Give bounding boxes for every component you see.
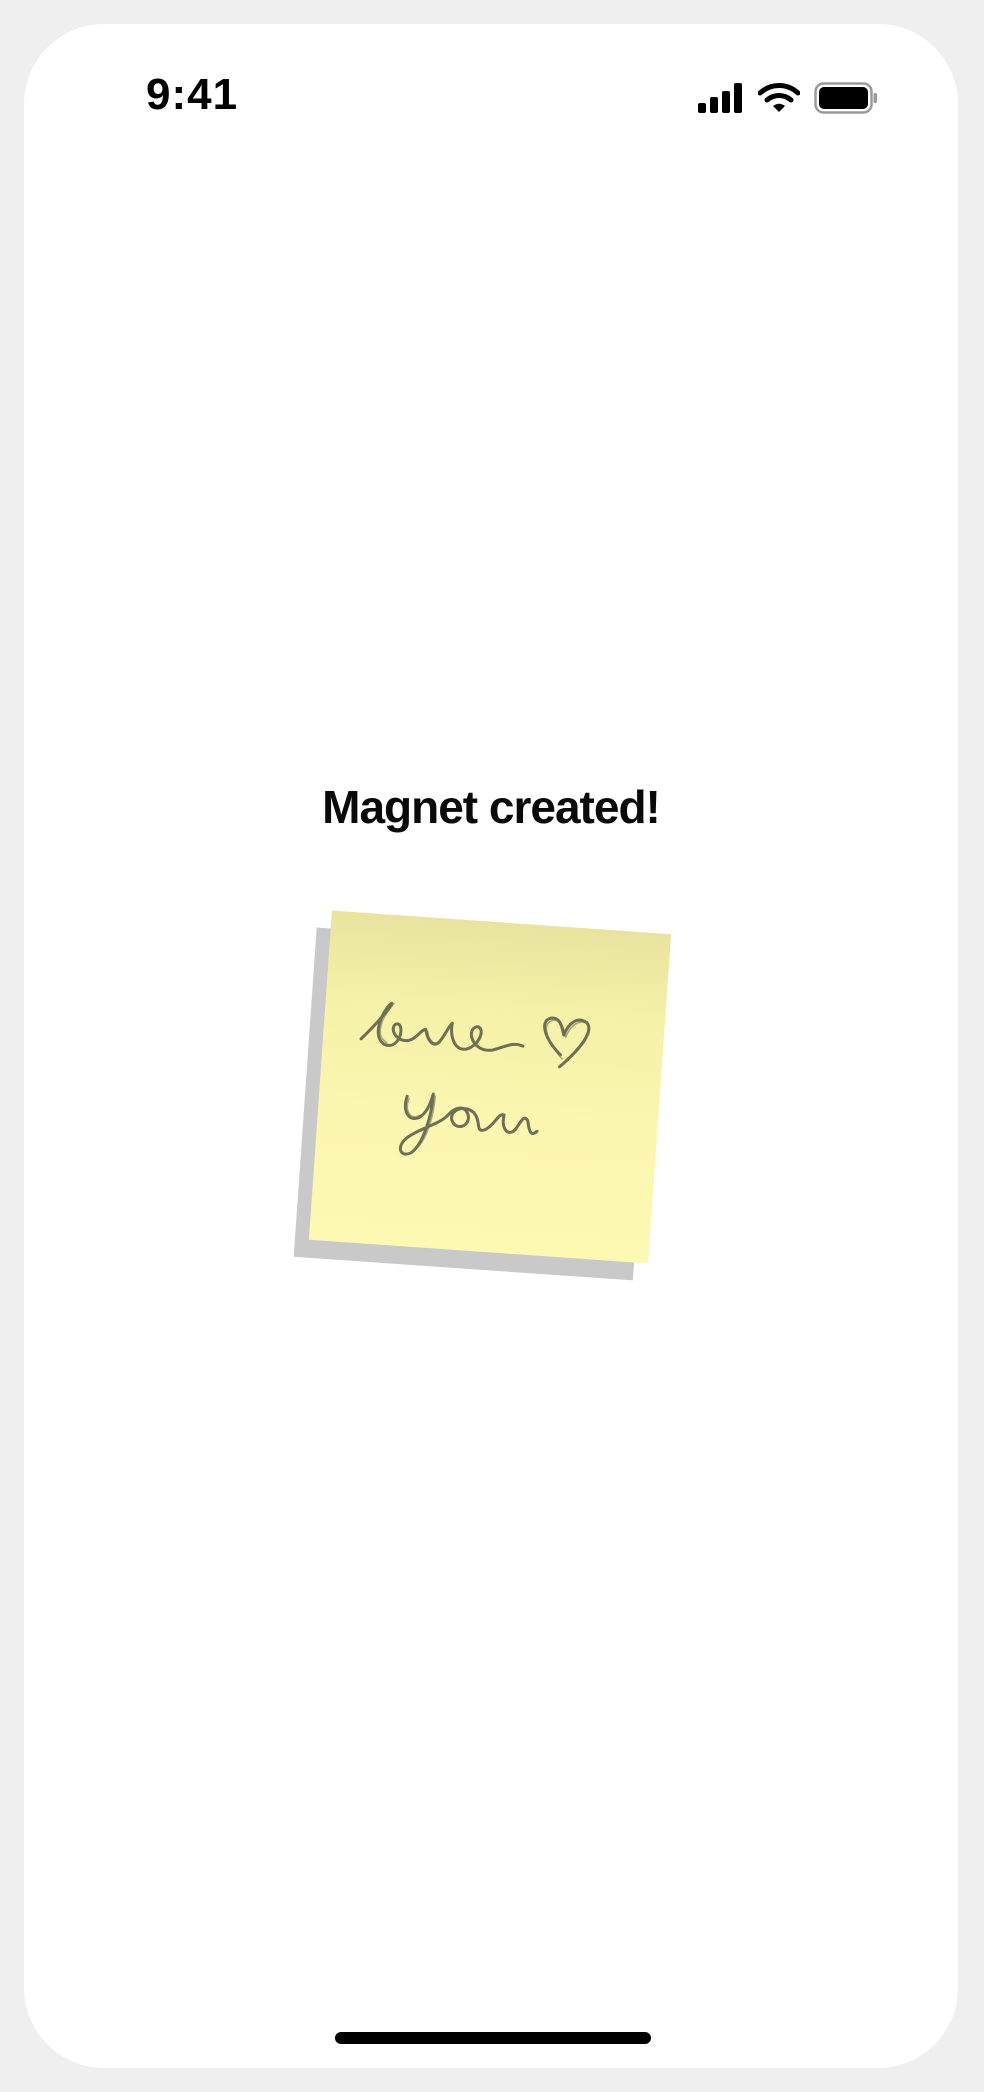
battery-icon bbox=[814, 82, 878, 114]
wifi-icon bbox=[758, 83, 800, 113]
status-time: 9:41 bbox=[146, 70, 239, 119]
sticky-note-magnet bbox=[293, 910, 672, 1281]
sticky-note bbox=[308, 910, 672, 1264]
handwritten-love-you-drawing bbox=[359, 1001, 591, 1156]
status-bar: 9:41 bbox=[24, 24, 958, 164]
screen: 9:41 Magnet created! bbox=[24, 24, 958, 2068]
home-indicator[interactable] bbox=[335, 2032, 651, 2044]
status-icons bbox=[698, 78, 878, 118]
device-frame: 9:41 Magnet created! bbox=[0, 0, 984, 2092]
cellular-signal-icon bbox=[698, 83, 744, 113]
page-title: Magnet created! bbox=[322, 781, 661, 833]
